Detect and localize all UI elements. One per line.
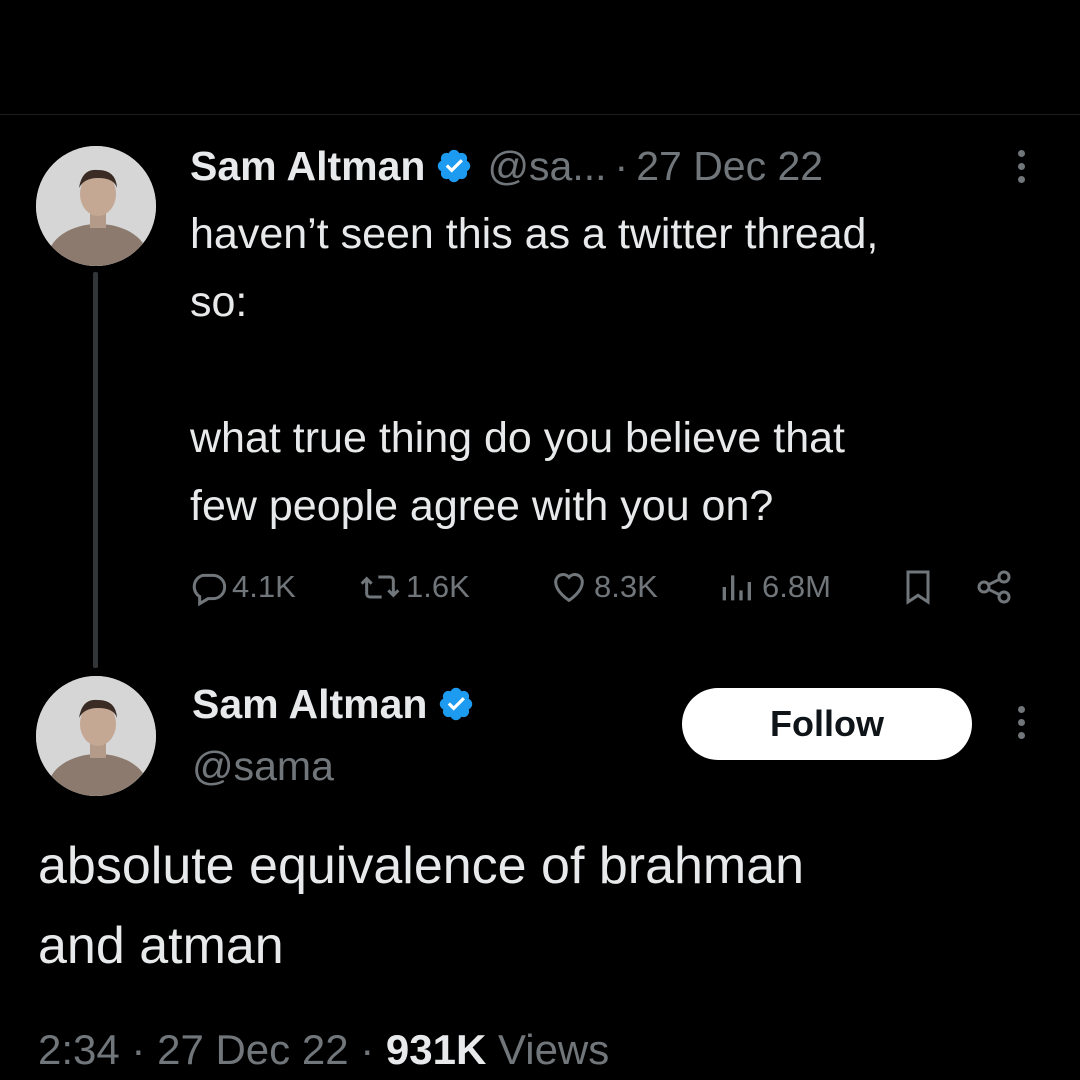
avatar-image	[36, 146, 156, 266]
like-count: 8.3K	[594, 569, 658, 604]
reply-views-count: 931K	[385, 1026, 487, 1073]
bookmark-icon	[906, 570, 930, 605]
avatar[interactable]	[36, 676, 156, 796]
views-icon	[722, 575, 751, 601]
avatar[interactable]	[36, 146, 156, 266]
verified-badge-icon	[435, 147, 473, 185]
repost-button[interactable]: 1.6K	[358, 562, 470, 612]
tweet-text-line: few people agree with you on?	[190, 482, 774, 530]
reply-icon	[192, 573, 227, 607]
tweet-text-line: so:	[190, 278, 248, 326]
reply-text-line: absolute equivalence of brahman	[38, 837, 805, 895]
repost-count: 1.6K	[406, 569, 470, 604]
reply-views-label: Views	[497, 1026, 610, 1073]
reply-text-line: and atman	[38, 917, 284, 975]
tweet-action-bar: 4.1K 1.6K 8.3K 6.8M	[188, 562, 1028, 612]
tweet-text-line: haven’t seen this as a twitter thread,	[190, 210, 879, 258]
thread-line	[93, 272, 98, 668]
share-icon	[977, 570, 1011, 604]
share-button[interactable]	[974, 562, 1014, 612]
reply-text: absolute equivalence of brahman and atma…	[38, 826, 804, 986]
like-button[interactable]: 8.3K	[548, 562, 658, 612]
reply-handle-row: @sama	[192, 740, 334, 792]
reply-date[interactable]: 27 Dec 22	[157, 1026, 348, 1073]
like-icon	[554, 573, 584, 603]
tweet-header: Sam Altman @sa... · 27 Dec 22	[190, 140, 823, 192]
more-icon[interactable]	[1016, 706, 1026, 739]
avatar-image	[36, 676, 156, 796]
separator: ·	[131, 1026, 146, 1073]
author-handle[interactable]: @sama	[192, 743, 334, 790]
author-handle[interactable]: @sa...	[487, 143, 606, 190]
verified-badge-icon	[437, 685, 475, 723]
reply-header: Sam Altman	[192, 678, 489, 730]
reply-footer: 2:34 · 27 Dec 22 · 931K Views	[38, 1026, 609, 1074]
tweet-date[interactable]: 27 Dec 22	[636, 143, 823, 190]
reply-count: 4.1K	[232, 569, 296, 604]
views-button[interactable]: 6.8M	[718, 562, 831, 612]
views-count: 6.8M	[762, 569, 831, 604]
separator: ·	[360, 1026, 375, 1073]
author-name[interactable]: Sam Altman	[192, 681, 427, 728]
repost-icon	[360, 575, 400, 599]
author-name[interactable]: Sam Altman	[190, 143, 425, 190]
bookmark-button[interactable]	[900, 562, 936, 612]
separator: ·	[614, 142, 629, 189]
top-divider	[0, 114, 1080, 115]
follow-button[interactable]: Follow	[682, 688, 972, 760]
reply-button[interactable]: 4.1K	[188, 562, 296, 612]
tweet-text-line: what true thing do you believe that	[190, 414, 845, 462]
reply-time[interactable]: 2:34	[38, 1026, 120, 1073]
more-icon[interactable]	[1016, 150, 1026, 183]
